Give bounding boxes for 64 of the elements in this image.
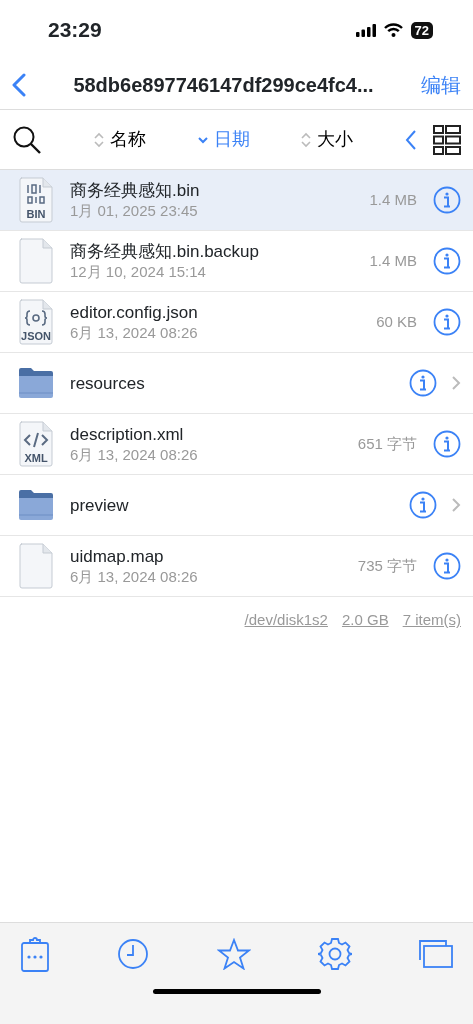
grid-view-icon[interactable] xyxy=(433,124,461,155)
document-icon xyxy=(18,177,54,223)
file-size: 1.4 MB xyxy=(369,189,417,210)
settings-icon[interactable] xyxy=(317,937,352,971)
file-name: 商务经典感知.bin xyxy=(70,180,201,201)
folder-icon xyxy=(18,367,54,399)
clock-icon[interactable] xyxy=(117,938,150,970)
file-size: 651 字节 xyxy=(357,433,417,454)
file-date: 12月 10, 2024 15:14 xyxy=(70,262,207,281)
info-icon[interactable] xyxy=(433,308,461,336)
folder-icon xyxy=(18,489,54,521)
file-name: 商务经典感知.bin.backup xyxy=(70,241,260,262)
file-type-label: XML xyxy=(23,452,49,464)
file-date: 6月 13, 2024 08:26 xyxy=(70,445,199,464)
file-row[interactable]: preview xyxy=(0,475,473,536)
info-icon[interactable] xyxy=(409,491,437,519)
sort-option[interactable]: 大小 xyxy=(301,126,354,153)
file-name: preview xyxy=(70,494,130,516)
clipboard-icon[interactable] xyxy=(20,935,50,973)
file-row[interactable]: 商务经典感知.bin.backup 12月 10, 2024 15:14 1.4 MB xyxy=(0,231,473,292)
file-name: editor.config.json xyxy=(70,302,199,323)
file-row[interactable]: BIN 商务经典感知.bin 1月 01, 2025 23:45 1.4 MB xyxy=(0,170,473,231)
document-icon xyxy=(18,543,54,589)
star-icon[interactable] xyxy=(216,938,251,970)
signal-icon xyxy=(355,23,376,37)
sort-option[interactable]: 名称 xyxy=(93,126,146,153)
info-icon[interactable] xyxy=(433,186,461,214)
file-name: resources xyxy=(70,372,146,394)
file-name: uidmap.map xyxy=(70,546,165,567)
file-date: 6月 13, 2024 08:26 xyxy=(70,567,199,586)
file-type-label: JSON xyxy=(20,330,52,342)
document-icon xyxy=(18,421,54,467)
file-type-label: BIN xyxy=(25,208,47,220)
document-icon xyxy=(18,238,54,284)
file-size: 60 KB xyxy=(376,311,417,332)
info-icon[interactable] xyxy=(433,552,461,580)
sort-arrows-icon xyxy=(301,131,312,148)
edit-button[interactable]: 编辑 xyxy=(421,69,461,100)
wifi-icon xyxy=(383,23,403,37)
document-icon xyxy=(18,299,54,345)
windows-icon[interactable] xyxy=(419,940,453,968)
sort-option[interactable]: 日期 xyxy=(197,126,250,153)
chevron-right-icon xyxy=(451,375,461,391)
info-icon[interactable] xyxy=(433,430,461,458)
battery-level: 72 xyxy=(410,21,433,39)
folder-title: 58db6e897746147df299ce4fc4... xyxy=(72,72,375,98)
file-date: 1月 01, 2025 23:45 xyxy=(70,201,199,220)
file-row[interactable]: resources xyxy=(0,353,473,414)
file-date: 6月 13, 2024 08:26 xyxy=(70,323,199,342)
sort-arrows-icon xyxy=(93,131,104,148)
file-name: description.xml xyxy=(70,424,185,445)
clock-time: 23:29 xyxy=(48,17,102,44)
back-button[interactable] xyxy=(12,72,26,97)
file-row[interactable]: JSON editor.config.json 6月 13, 2024 08:26 60 KB xyxy=(0,292,473,353)
file-size: 1.4 MB xyxy=(369,250,417,271)
info-icon[interactable] xyxy=(433,247,461,275)
file-row[interactable]: uidmap.map 6月 13, 2024 08:26 735 字节 xyxy=(0,536,473,597)
info-icon[interactable] xyxy=(409,369,437,397)
chevron-left-icon[interactable] xyxy=(405,128,417,151)
chevron-right-icon xyxy=(451,497,461,513)
chevron-down-icon xyxy=(197,135,208,144)
file-size: 735 字节 xyxy=(357,555,417,576)
search-icon[interactable] xyxy=(12,124,42,155)
file-row[interactable]: XML description.xml 6月 13, 2024 08:26 651 字节 xyxy=(0,414,473,475)
